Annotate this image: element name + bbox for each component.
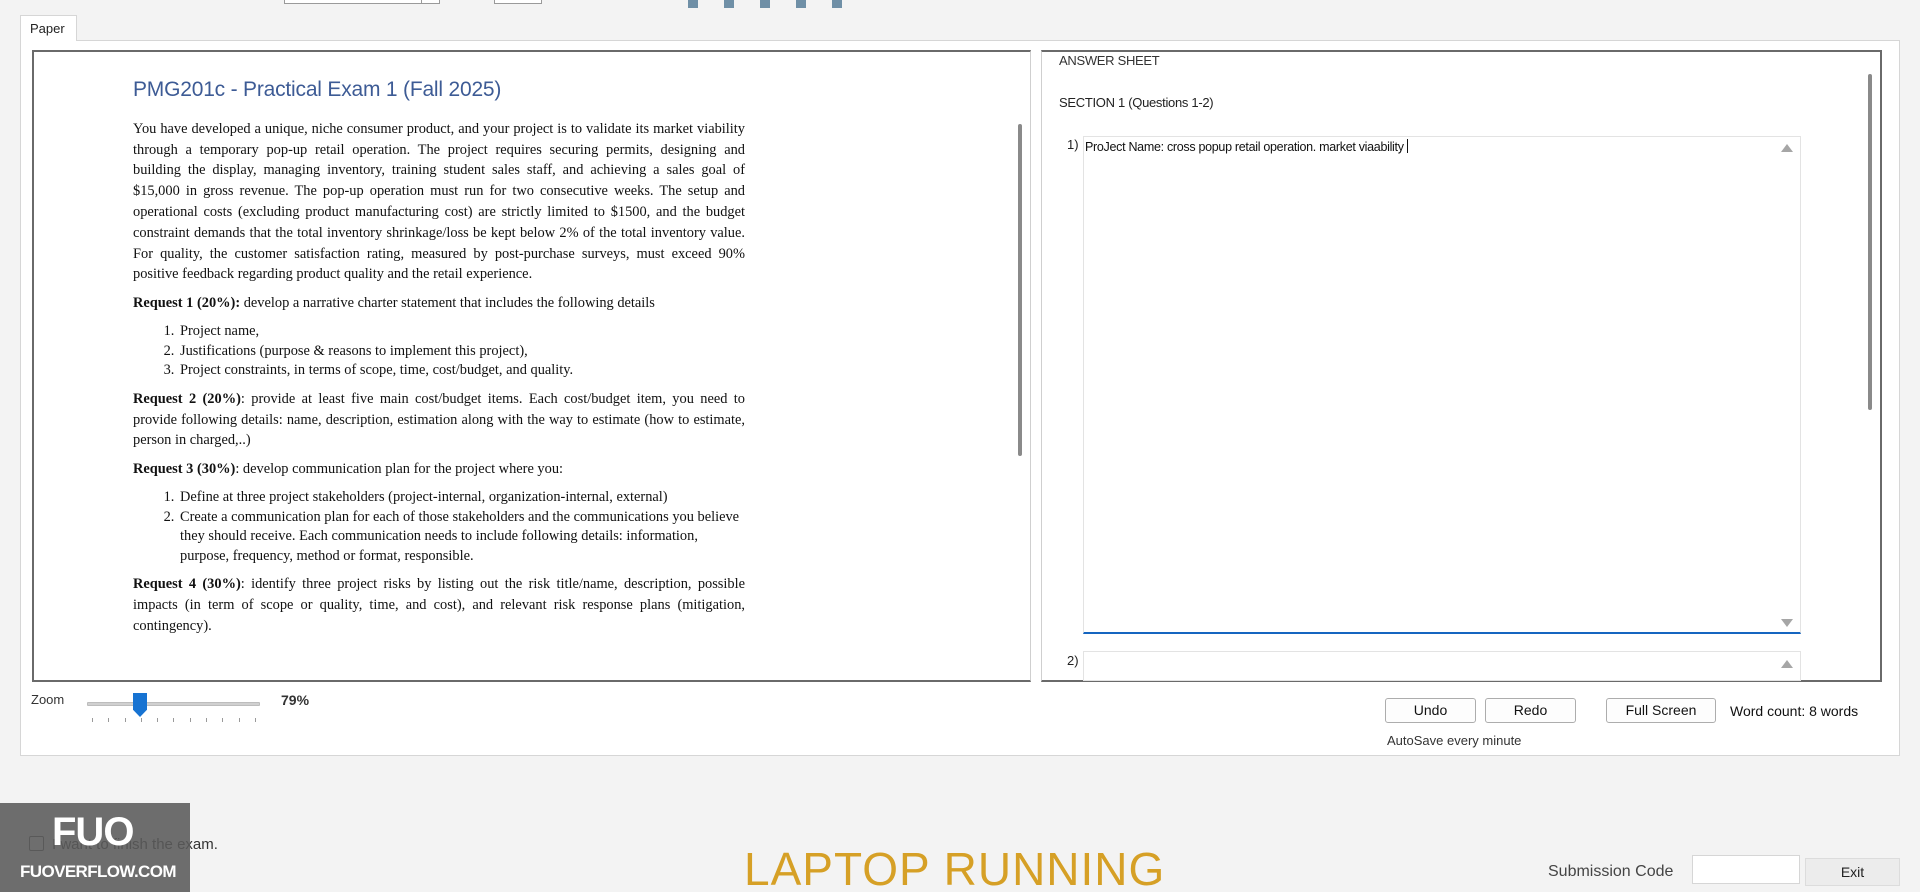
exit-button[interactable]: Exit bbox=[1805, 858, 1900, 886]
status-banner: LAPTOP RUNNING bbox=[744, 843, 1166, 892]
request-3: Request 3 (30%): develop communication p… bbox=[133, 459, 745, 480]
paper-content: PMG201c - Practical Exam 1 (Fall 2025) Y… bbox=[133, 78, 745, 645]
answer-scrollbar[interactable] bbox=[1868, 74, 1872, 410]
list-item: Project name, bbox=[178, 322, 745, 342]
request-heading: Request 2 (20%) bbox=[133, 390, 241, 407]
request-1-items: Project name,Justifications (purpose & r… bbox=[133, 322, 745, 381]
section-title: SECTION 1 (Questions 1-2) bbox=[1059, 95, 1214, 110]
full-screen-button[interactable]: Full Screen bbox=[1606, 698, 1716, 723]
answer-1-scroll-down-icon[interactable] bbox=[1781, 619, 1793, 627]
paper-scrollbar[interactable] bbox=[1018, 124, 1022, 456]
answer-box-2[interactable] bbox=[1083, 651, 1801, 681]
request-heading: Request 3 (30%) bbox=[133, 461, 236, 478]
request-1: Request 1 (20%): develop a narrative cha… bbox=[133, 293, 745, 314]
redo-button[interactable]: Redo bbox=[1485, 698, 1576, 723]
intro-paragraph: You have developed a unique, niche consu… bbox=[133, 120, 745, 283]
text-caret bbox=[1406, 139, 1408, 153]
answer-sheet-title: ANSWER SHEET bbox=[1059, 53, 1160, 68]
request-text: : develop communication plan for the pro… bbox=[235, 461, 564, 478]
list-item: Define at three project stakeholders (pr… bbox=[178, 488, 745, 508]
top-dropdown[interactable] bbox=[284, 0, 440, 4]
autosave-note: AutoSave every minute bbox=[1387, 733, 1522, 748]
word-count: Word count: 8 words bbox=[1730, 703, 1859, 719]
request-heading: Request 4 (30%) bbox=[133, 576, 241, 593]
tab-paper[interactable]: Paper bbox=[20, 15, 77, 41]
zoom-slider-ticks bbox=[92, 718, 256, 724]
list-item: Justifications (purpose & reasons to imp… bbox=[178, 342, 745, 362]
watermark-logo: FUO bbox=[52, 810, 134, 854]
list-item: Create a communication plan for each of … bbox=[178, 508, 745, 567]
zoom-label: Zoom bbox=[31, 692, 65, 707]
top-input[interactable] bbox=[494, 0, 542, 4]
exam-title: PMG201c - Practical Exam 1 (Fall 2025) bbox=[133, 78, 502, 101]
list-item: Project constraints, in terms of scope, … bbox=[178, 361, 745, 381]
request-text: develop a narrative charter statement th… bbox=[240, 295, 655, 312]
request-4: Request 4 (30%): identify three project … bbox=[133, 574, 745, 636]
paper-viewer[interactable]: PMG201c - Practical Exam 1 (Fall 2025) Y… bbox=[32, 50, 1031, 682]
answer-text-1[interactable]: ProJect Name: cross popup retail operati… bbox=[1085, 139, 1408, 154]
request-3-items: Define at three project stakeholders (pr… bbox=[133, 488, 745, 566]
zoom-value: 79% bbox=[281, 692, 310, 708]
answer-2-scroll-up-icon[interactable] bbox=[1781, 660, 1793, 668]
submission-code-input[interactable] bbox=[1692, 855, 1800, 884]
watermark-text: FUOVERFLOW.COM bbox=[20, 862, 177, 881]
answer-box-1[interactable] bbox=[1083, 136, 1801, 634]
answer-1-scroll-up-icon[interactable] bbox=[1781, 144, 1793, 152]
question-number: 2) bbox=[1067, 653, 1079, 668]
undo-button[interactable]: Undo bbox=[1385, 698, 1476, 723]
zoom-slider-track[interactable] bbox=[87, 702, 260, 706]
request-heading: Request 1 (20%): bbox=[133, 295, 241, 312]
question-number: 1) bbox=[1067, 137, 1079, 152]
request-2: Request 2 (20%): provide at least five m… bbox=[133, 389, 745, 451]
submission-code-label: Submission Code bbox=[1548, 863, 1674, 880]
top-header-graphic bbox=[688, 0, 860, 8]
